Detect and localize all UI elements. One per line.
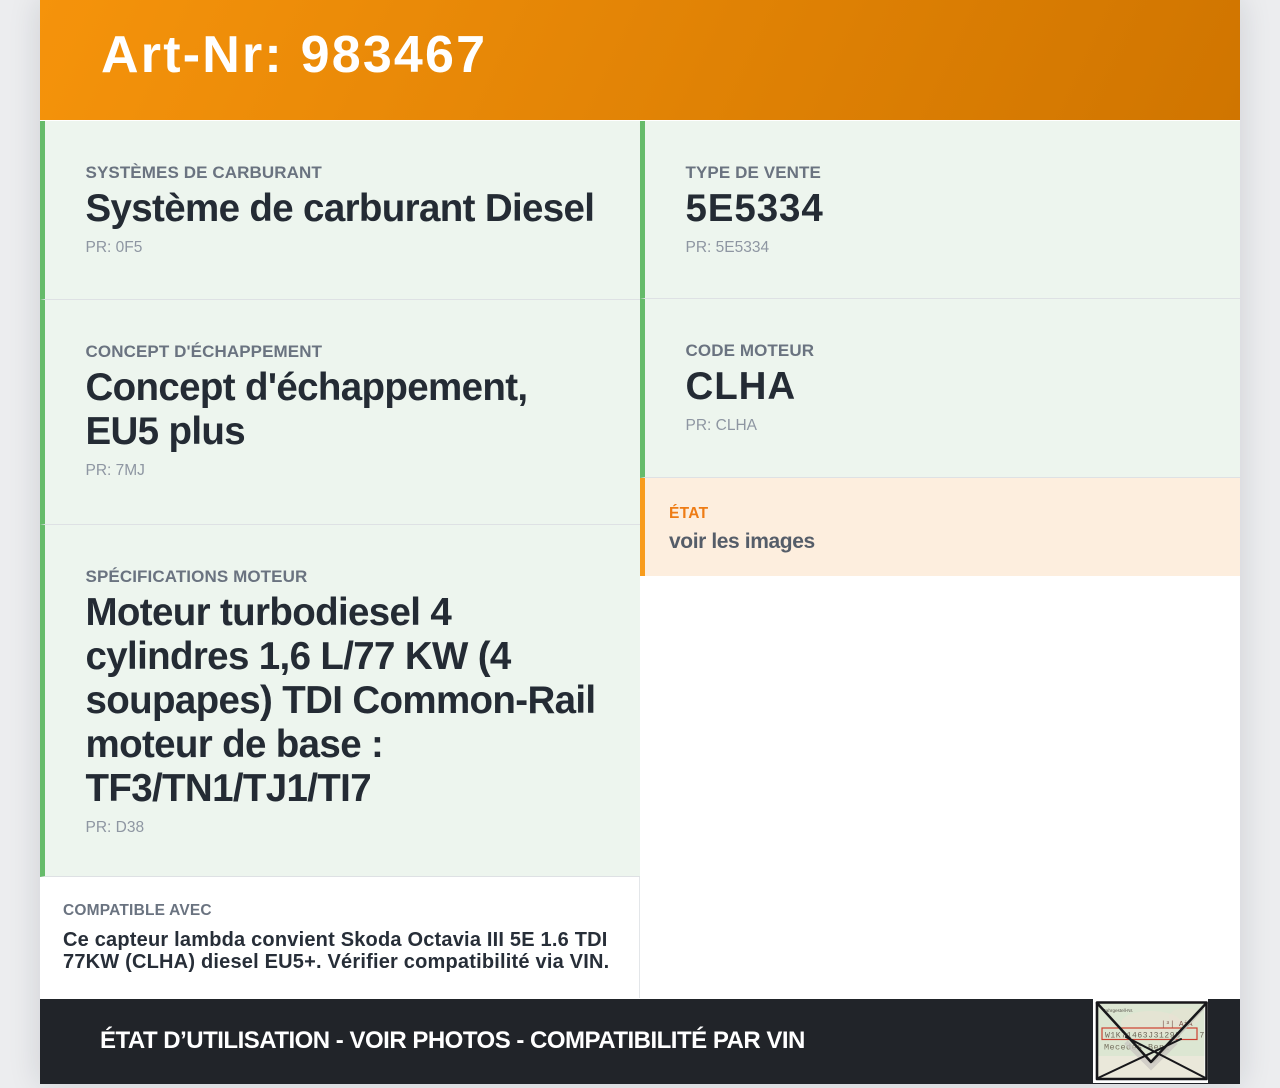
svg-text:W1K71463J31298: W1K71463J31298 <box>1105 1031 1181 1040</box>
svg-text:Fahrgestell-Nr.: Fahrgestell-Nr. <box>1103 1008 1133 1013</box>
svg-text:7: 7 <box>1200 1031 1205 1040</box>
